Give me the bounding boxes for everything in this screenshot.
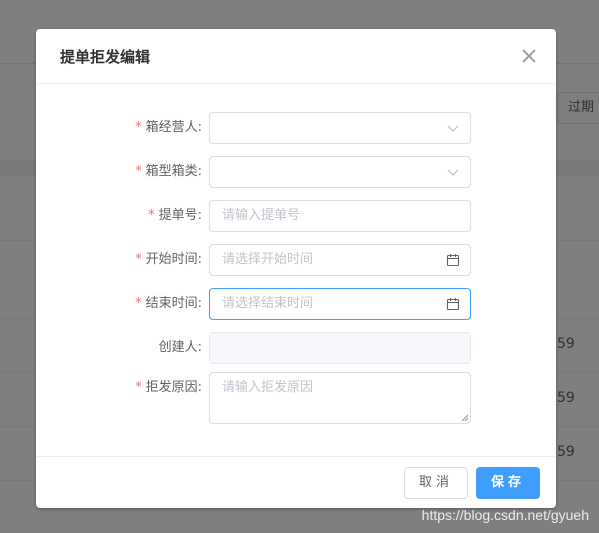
close-icon[interactable] (520, 47, 538, 65)
cancel-button[interactable]: 取消 (404, 467, 468, 499)
form-row-container-type: * 箱型箱类: (36, 156, 556, 188)
reject-reason-textarea[interactable]: 请输入拒发原因 (209, 372, 471, 424)
required-mark: * (148, 208, 155, 223)
start-time-picker[interactable]: 请选择开始时间 (209, 244, 471, 276)
required-mark: * (135, 380, 142, 395)
dialog-title: 提单拒发编辑 (60, 48, 151, 66)
end-time-label: * 结束时间: (135, 296, 202, 311)
operator-select[interactable] (209, 112, 471, 144)
bill-number-label: * 提单号: (148, 208, 202, 223)
watermark: https://blog.csdn.net/gyueh (421, 507, 589, 523)
required-mark: * (135, 252, 142, 267)
save-button[interactable]: 保存 (476, 467, 540, 499)
start-time-label: * 开始时间: (135, 252, 202, 267)
dialog-header: 提单拒发编辑 (36, 29, 556, 84)
reject-reason-label: * 拒发原因: (135, 380, 202, 395)
required-mark: * (135, 120, 142, 135)
form-row-start-time: * 开始时间: 请选择开始时间 (36, 244, 556, 276)
required-mark: * (135, 164, 142, 179)
container-type-label: * 箱型箱类: (135, 164, 202, 179)
creator-label: 创建人: (158, 340, 202, 355)
form-row-creator: 创建人: (36, 332, 556, 364)
form-row-bill-number: * 提单号: 请输入提单号 (36, 200, 556, 232)
container-type-select[interactable] (209, 156, 471, 188)
required-mark: * (135, 296, 142, 311)
form-row-end-time: * 结束时间: 请选择结束时间 (36, 288, 556, 320)
form-row-reject-reason: * 拒发原因: 请输入拒发原因 (36, 372, 556, 424)
edit-dialog: 提单拒发编辑 * 箱经营人: * 箱型箱类: * 提单号: 请输入提单号 * 开… (36, 29, 556, 508)
operator-label: * 箱经营人: (135, 120, 202, 135)
bill-number-input[interactable]: 请输入提单号 (209, 200, 471, 232)
form-row-operator: * 箱经营人: (36, 112, 556, 144)
dialog-footer: 取消 保存 (36, 456, 556, 508)
end-time-picker[interactable]: 请选择结束时间 (209, 288, 471, 320)
creator-input (209, 332, 471, 364)
